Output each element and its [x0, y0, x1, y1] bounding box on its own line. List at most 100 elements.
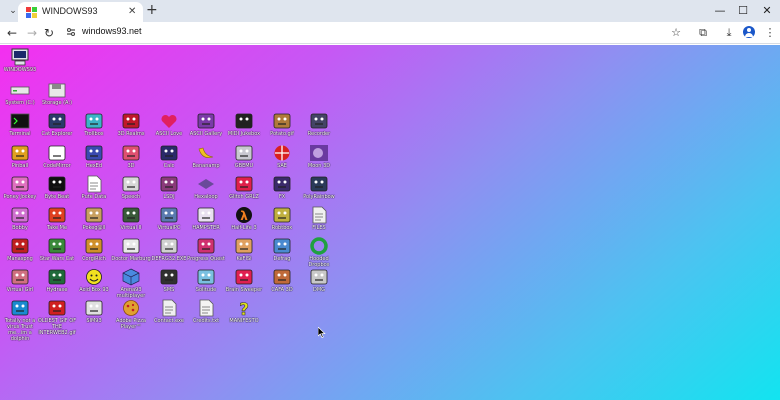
desktop-icon-label: SAE — [277, 163, 287, 169]
back-icon[interactable]: ← — [4, 25, 20, 41]
desktop-icon-label: Speech — [121, 194, 141, 200]
desktop-icon-label: OLDEST GIF OF THE INTERWEB2.gif — [37, 318, 77, 336]
maximize-icon[interactable]: ☐ — [732, 3, 754, 19]
minimize-icon[interactable]: — — [709, 3, 731, 19]
desktop-icon[interactable]: Cat Explorer — [37, 112, 77, 137]
desktop-icon[interactable]: CorgiRich — [74, 237, 114, 262]
desktop-icon[interactable]: Totally not a virus.Trust me...im a dolp… — [0, 299, 40, 342]
desktop-icon[interactable]: GBEMU — [224, 144, 264, 169]
download-icon[interactable]: ⤓ — [721, 25, 737, 41]
desktop-icon[interactable]: Hooded Dropbox — [299, 237, 339, 268]
desktop-icon[interactable]: Adobe Pizza Player™ — [111, 299, 151, 330]
reload-icon[interactable]: ↻ — [41, 25, 57, 41]
desktop-icon[interactable]: Hexaloop — [186, 175, 226, 200]
desktop-icon[interactable]: Trollbox — [74, 112, 114, 137]
desktop-icon[interactable]: Solitude — [186, 268, 226, 293]
address-bar[interactable]: windows93.net — [82, 26, 142, 36]
bunny-icon — [10, 206, 30, 224]
desktop-icon[interactable]: KeFISi — [224, 237, 264, 262]
site-info-icon[interactable] — [66, 27, 76, 37]
desktop-icon[interactable]: Contact.exe — [149, 299, 189, 324]
desktop-icon[interactable]: Poney Jockey — [0, 175, 40, 200]
desktop-icon[interactable]: Glitch GRLZ — [224, 175, 264, 200]
desktop-icon[interactable]: Defrag — [262, 237, 302, 262]
desktop-icon-label: Credits.txt — [192, 318, 220, 324]
desktop-icon[interactable]: Manaspng — [0, 237, 40, 262]
desktop-icon[interactable]: Pokeg@ll — [74, 206, 114, 231]
desktop-icon[interactable]: Speech — [111, 175, 151, 200]
robot-icon — [272, 206, 292, 224]
desktop-icon[interactable]: Acid Box 93 — [74, 268, 114, 293]
bookmark-star-icon[interactable]: ☆ — [668, 25, 684, 41]
desktop-icon[interactable]: SAE — [262, 144, 302, 169]
close-icon[interactable]: ✕ — [128, 6, 136, 17]
desktop-icon[interactable]: OLDEST GIF OF THE INTERWEB2.gif — [37, 299, 77, 336]
desktop-icon[interactable]: CAFA 3D — [262, 268, 302, 293]
desktop-icon[interactable]: 3D Realms — [111, 112, 151, 137]
desktop-icon-label: MIDI Jukebox — [227, 131, 261, 137]
desktop-icon[interactable]: ? MANIFESTO — [224, 299, 264, 324]
desktop-icon[interactable]: Pute Data — [74, 175, 114, 200]
desktop-icon[interactable]: HAMPSTER — [186, 206, 226, 231]
desktop-icon[interactable]: ASCII Gallery — [186, 112, 226, 137]
desktop-icon-label: WINDOWS93 — [3, 67, 37, 73]
desktop-icon[interactable]: Arena93 multiplayer — [111, 268, 151, 299]
forward-icon[interactable]: → — [24, 25, 40, 41]
desktop-icon[interactable]: SMS — [149, 268, 189, 293]
desktop-icon[interactable]: FX — [262, 175, 302, 200]
desktop-icon[interactable]: Virtual Girl — [0, 268, 40, 293]
bottle-icon — [196, 268, 216, 286]
desktop-icon[interactable]: WINDOWS93 — [0, 48, 40, 73]
profile-avatar-icon[interactable] — [743, 26, 755, 38]
desktop-icon[interactable]: HexEd — [74, 144, 114, 169]
desktop-icon[interactable]: Moon 3D — [299, 144, 339, 169]
pattern-icon — [309, 175, 329, 193]
desktop-icon[interactable]: Star Wars Cat — [37, 237, 77, 262]
desktop-icon[interactable]: Terminal — [0, 112, 40, 137]
desktop-icon[interactable]: CodeMirror — [37, 144, 77, 169]
desktop-icon[interactable]: 3D — [111, 144, 151, 169]
desktop-icon[interactable]: FILES — [299, 206, 339, 231]
more-menu-icon[interactable]: ⋮ — [762, 25, 778, 41]
teapot-icon — [121, 144, 141, 162]
desktop-icon[interactable]: ASCII Love — [149, 112, 189, 137]
drive-icon — [10, 81, 30, 99]
desktop-icon[interactable]: SIM93 — [74, 299, 114, 324]
desktop-icon-label: Hooded Dropbox — [308, 256, 330, 268]
desktop-icon[interactable]: Pinball — [0, 144, 40, 169]
desktop-icon[interactable]: Calc — [149, 144, 189, 169]
tab-title: WINDOWS93 — [42, 6, 98, 16]
desktop-icon[interactable]: MIDI Jukebox — [224, 112, 264, 137]
desktop-icon[interactable]: Bobby — [0, 206, 40, 231]
desktop-icon[interactable]: Credits.txt — [186, 299, 226, 324]
extensions-icon[interactable]: ⧉ — [695, 25, 711, 41]
desktop-icon[interactable]: Potato.gif — [262, 112, 302, 137]
desktop-icon-label: SIM93 — [86, 318, 102, 324]
desktop-icon[interactable]: DEFRG32.EXE — [149, 237, 189, 262]
desktop-icon[interactable]: Brain Sweeper — [224, 268, 264, 293]
numbers-icon — [196, 112, 216, 130]
desktop-icon[interactable]: Recorder — [299, 112, 339, 137]
pizza-icon — [121, 299, 141, 317]
close-window-icon[interactable]: ✕ — [756, 3, 778, 19]
desktop-icon[interactable]: Doctor Marburg — [111, 237, 151, 262]
desktop-icon[interactable]: LSDJ — [149, 175, 189, 200]
desktop-icon[interactable]: Storage (A:) — [37, 81, 77, 106]
desktop-icon[interactable]: Bananamp — [186, 144, 226, 169]
tab-windows93[interactable]: WINDOWS93 ✕ — [18, 2, 143, 22]
desktop-icon-label: Pinball — [11, 163, 29, 169]
desktop-icon[interactable]: Byte Beat — [37, 175, 77, 200]
plus-icon[interactable]: + — [146, 3, 158, 17]
desktop-icon[interactable]: Hydraxe — [37, 268, 77, 293]
windows93-desktop[interactable]: WINDOWS93 System (C:) Storage (A:) Terminal… — [0, 45, 780, 400]
desktop-icon[interactable]: System (C:) — [0, 81, 40, 106]
desktop-icon[interactable]: DMG — [299, 268, 339, 293]
desktop-icon[interactable]: Progress Quest — [186, 237, 226, 262]
desktop-icon[interactable]: Take Me — [37, 206, 77, 231]
desktop-icon[interactable]: PolyRainbow — [299, 175, 339, 200]
desktop-icon[interactable]: VirtualPC — [149, 206, 189, 231]
desktop-icon[interactable]: Robtbox — [262, 206, 302, 231]
desktop-icon[interactable]: λ Half-Life 3 — [224, 206, 264, 231]
piano-icon — [234, 112, 254, 130]
desktop-icon[interactable]: Virtual II — [111, 206, 151, 231]
